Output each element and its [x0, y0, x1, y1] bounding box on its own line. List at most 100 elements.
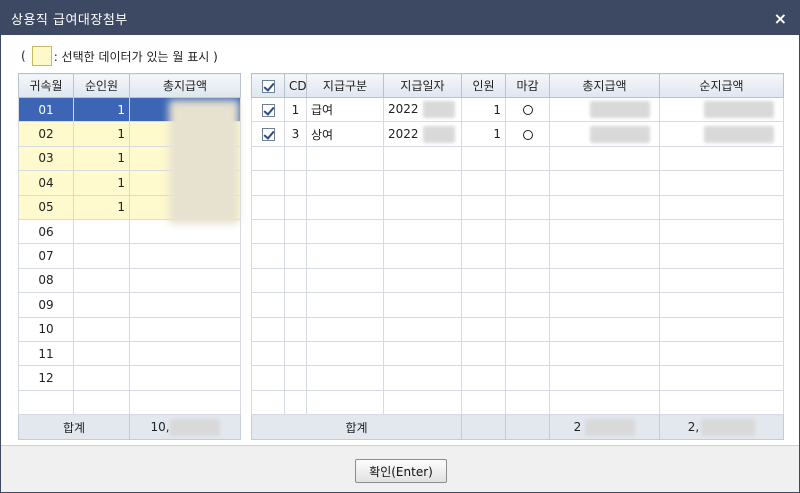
- net-pay-cell[interactable]: [659, 121, 784, 147]
- month-cell[interactable]: 07: [18, 243, 74, 269]
- headcount-cell[interactable]: [73, 243, 130, 269]
- pay-type-cell[interactable]: 급여: [306, 96, 384, 123]
- total-pay-cell[interactable]: [129, 340, 241, 367]
- month-cell[interactable]: 02: [18, 121, 74, 147]
- footer-net-pay: 2,: [659, 414, 784, 441]
- headcount-cell[interactable]: [73, 365, 130, 391]
- table-row[interactable]: 09: [18, 292, 241, 318]
- headcount-cell[interactable]: [73, 340, 130, 367]
- table-row: [251, 365, 784, 391]
- month-cell[interactable]: 09: [18, 292, 74, 318]
- month-cell[interactable]: 10: [18, 316, 74, 342]
- circle-icon: [522, 105, 533, 116]
- row-checkbox[interactable]: [261, 128, 275, 142]
- header-net-pay[interactable]: 순지급액: [659, 73, 784, 98]
- pay-date-value: 2022: [388, 126, 419, 141]
- redacted-value: [704, 101, 774, 119]
- total-pay-cell[interactable]: [549, 96, 660, 123]
- header-closed[interactable]: 마감: [505, 73, 550, 98]
- button-bar: 확인(Enter): [1, 445, 799, 492]
- pay-date-value: 2022: [388, 102, 419, 117]
- footer-net-pay-value: 2,: [687, 419, 700, 434]
- select-all-checkbox[interactable]: [261, 79, 275, 93]
- cd-cell[interactable]: 1: [284, 96, 307, 123]
- table-row: [251, 218, 784, 245]
- redacted-value: [422, 125, 455, 143]
- title-bar: 상용직 급여대장첨부 ×: [1, 1, 799, 35]
- row-checkbox[interactable]: [261, 103, 275, 117]
- legend-open-paren: (: [21, 49, 26, 63]
- headcount-cell[interactable]: [73, 316, 130, 342]
- redacted-value: [169, 418, 220, 436]
- header-total-pay[interactable]: 총지급액: [549, 73, 660, 98]
- legend-text: : 선택한 데이터가 있는 월 표시 ): [53, 49, 218, 64]
- total-pay-cell[interactable]: [549, 121, 660, 147]
- month-cell[interactable]: 11: [18, 340, 74, 367]
- footer-empty: [461, 414, 506, 441]
- net-pay-cell[interactable]: [659, 96, 784, 123]
- header-pay-type[interactable]: 지급구분: [306, 73, 384, 98]
- table-row[interactable]: 08: [18, 267, 241, 294]
- cd-cell[interactable]: 3: [284, 121, 307, 147]
- total-pay-cell[interactable]: [129, 267, 241, 294]
- headcount-cell[interactable]: 1: [73, 96, 130, 123]
- pay-date-cell[interactable]: 2022: [383, 121, 462, 147]
- table-row: [251, 194, 784, 220]
- table-row[interactable]: 1 급여 2022 1: [251, 96, 784, 123]
- table-row[interactable]: 3 상여 2022 1: [251, 121, 784, 147]
- header-headcount[interactable]: 순인원: [73, 73, 130, 98]
- headcount-cell[interactable]: 1: [461, 121, 506, 147]
- row-select[interactable]: [251, 96, 285, 123]
- table-row: [251, 340, 784, 367]
- header-cd[interactable]: CD: [284, 73, 307, 98]
- redacted-column: [169, 100, 239, 224]
- row-select[interactable]: [251, 121, 285, 147]
- headcount-cell[interactable]: 1: [73, 194, 130, 220]
- headcount-cell[interactable]: [73, 267, 130, 294]
- footer-empty: [505, 414, 550, 441]
- header-total-pay[interactable]: 총지급액: [129, 73, 241, 98]
- empty-cell: [129, 389, 241, 416]
- redacted-value: [590, 101, 650, 119]
- headcount-cell[interactable]: [73, 292, 130, 318]
- closed-cell[interactable]: [505, 96, 550, 123]
- headcount-cell[interactable]: 1: [73, 170, 130, 196]
- table-row[interactable]: 10: [18, 316, 241, 342]
- footer-total-label: 합계: [251, 414, 462, 441]
- total-pay-cell[interactable]: [129, 243, 241, 269]
- total-pay-cell[interactable]: [129, 316, 241, 342]
- window-title: 상용직 급여대장첨부: [11, 12, 128, 28]
- month-cell[interactable]: 06: [18, 218, 74, 245]
- header-month[interactable]: 귀속월: [18, 73, 74, 98]
- footer-total-pay: 10,: [129, 414, 241, 441]
- month-cell[interactable]: 04: [18, 170, 74, 196]
- total-pay-cell[interactable]: [129, 365, 241, 391]
- month-cell[interactable]: 03: [18, 145, 74, 172]
- header-headcount[interactable]: 인원: [461, 73, 506, 98]
- headcount-cell[interactable]: 1: [73, 121, 130, 147]
- close-icon[interactable]: ×: [774, 9, 787, 28]
- pay-type-cell[interactable]: 상여: [306, 121, 384, 147]
- month-cell[interactable]: 12: [18, 365, 74, 391]
- headcount-cell[interactable]: 1: [73, 145, 130, 172]
- table-row[interactable]: 12: [18, 365, 241, 391]
- table-row: [251, 145, 784, 172]
- confirm-button[interactable]: 확인(Enter): [355, 459, 447, 483]
- table-row: [251, 170, 784, 196]
- table-row[interactable]: 07: [18, 243, 241, 269]
- header-pay-date[interactable]: 지급일자: [383, 73, 462, 98]
- table-row[interactable]: 11: [18, 340, 241, 367]
- month-cell[interactable]: 08: [18, 267, 74, 294]
- headcount-cell[interactable]: [73, 218, 130, 245]
- redacted-value: [590, 125, 650, 143]
- table-row: [251, 243, 784, 269]
- headcount-cell[interactable]: 1: [461, 96, 506, 123]
- month-cell[interactable]: 01: [18, 96, 74, 123]
- header-select-all[interactable]: [251, 73, 285, 98]
- total-pay-cell[interactable]: [129, 292, 241, 318]
- legend: ( : 선택한 데이터가 있는 월 표시 ): [21, 45, 218, 67]
- pay-date-cell[interactable]: 2022: [383, 96, 462, 123]
- table-row: [251, 292, 784, 318]
- month-cell[interactable]: 05: [18, 194, 74, 220]
- closed-cell[interactable]: [505, 121, 550, 147]
